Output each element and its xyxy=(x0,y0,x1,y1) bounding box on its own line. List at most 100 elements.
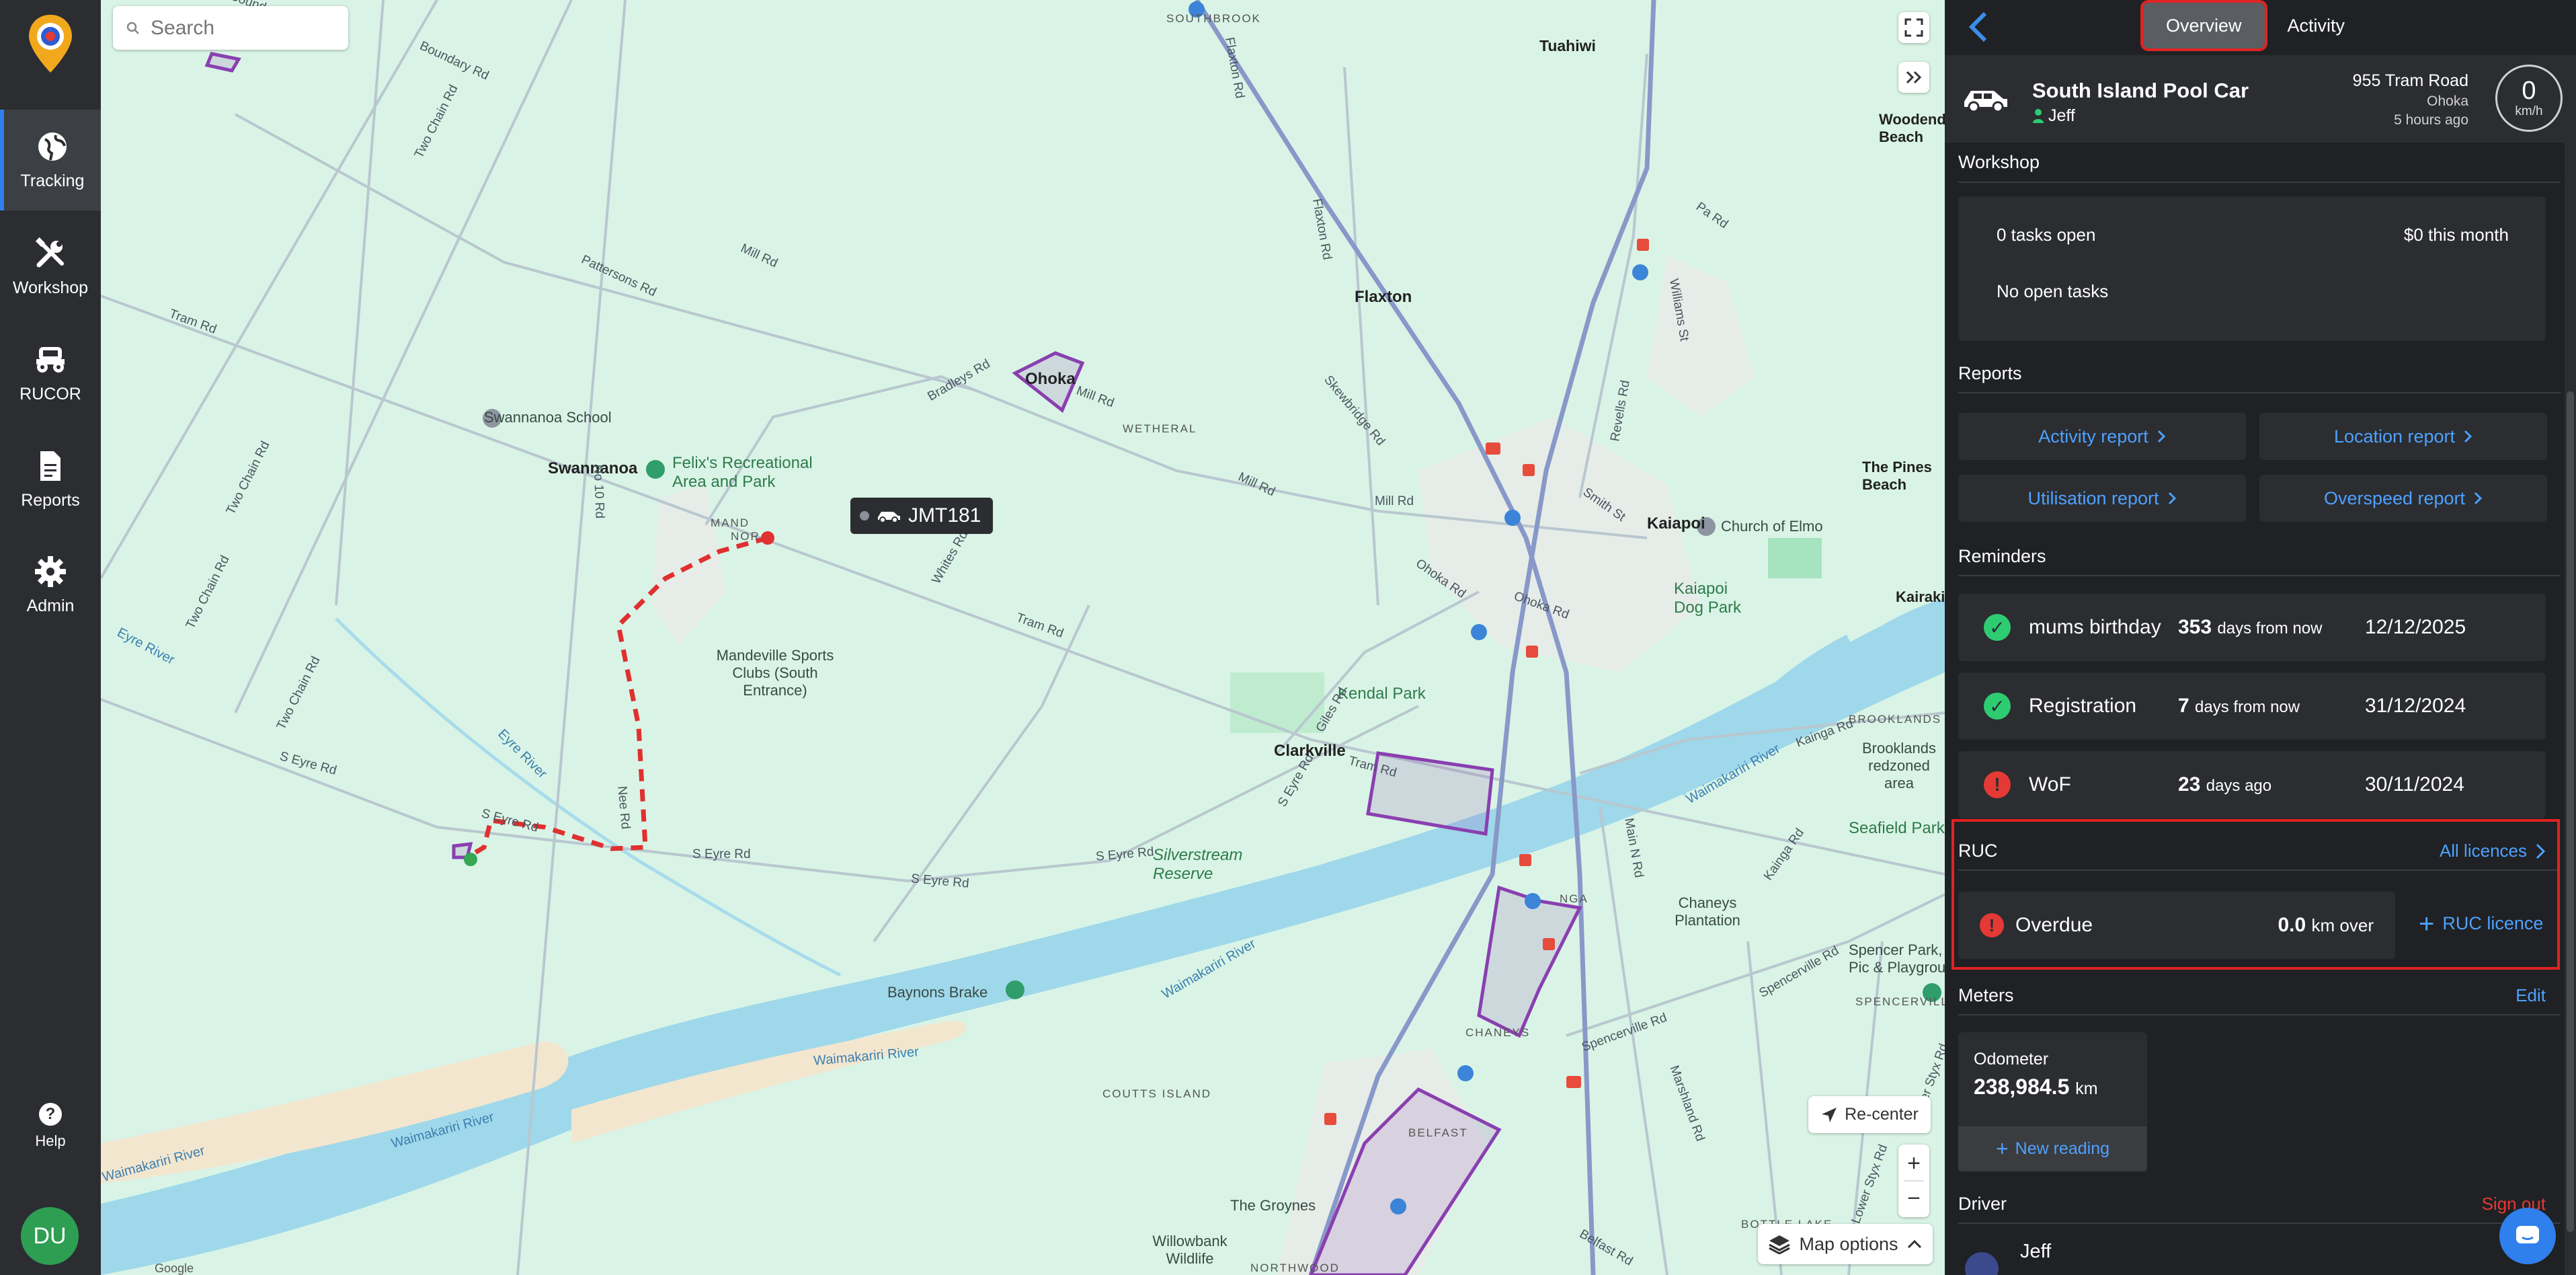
new-reading-button[interactable]: + New reading xyxy=(1958,1126,2147,1171)
reminder-days: 7 days from now xyxy=(2178,695,2300,718)
map-label: Kaiapoi Dog Park xyxy=(1674,580,1742,617)
layers-icon xyxy=(1769,1235,1791,1254)
map-label: Baynons Brake xyxy=(887,984,988,1001)
vehicle-suburb: Ohoka xyxy=(2427,93,2468,109)
meters-edit-link[interactable]: Edit xyxy=(2515,985,2546,1006)
reminder-days-suffix: days ago xyxy=(2206,777,2272,795)
nav-rucor[interactable]: RUCOR xyxy=(0,323,101,424)
chevron-right-icon xyxy=(2474,492,2483,505)
location-report-label: Location report xyxy=(2333,426,2456,447)
app-logo-icon[interactable] xyxy=(27,13,74,74)
map-label: Flaxton xyxy=(1355,288,1412,306)
reminder-row[interactable]: ✓ Registration 7 days from now 31/12/202… xyxy=(1958,672,2546,740)
map-label: CHANEYS xyxy=(1465,1026,1531,1039)
meters-section-title: Meters xyxy=(1958,985,2014,1005)
utilisation-report-label: Utilisation report xyxy=(2027,488,2159,508)
panel-scrollbar[interactable] xyxy=(2565,143,2576,1275)
car-icon xyxy=(1964,91,2007,112)
map-label: S Eyre Rd xyxy=(692,847,751,861)
vehicle-last-seen: 5 hours ago xyxy=(2394,112,2468,128)
reminder-days: 23 days ago xyxy=(2178,773,2271,796)
reminder-days-value: 353 xyxy=(2178,616,2212,638)
scrollbar-thumb[interactable] xyxy=(2567,391,2574,1232)
map-label: No 10 Rd xyxy=(590,464,607,519)
location-report-button[interactable]: Location report xyxy=(2259,413,2547,460)
odometer-unit: km xyxy=(2075,1079,2098,1098)
activity-report-label: Activity report xyxy=(2038,426,2148,447)
search-input[interactable] xyxy=(149,15,340,40)
map-search-box[interactable] xyxy=(113,6,348,50)
question-icon: ? xyxy=(39,1103,62,1126)
vehicle-summary: South Island Pool Car Jeff 955 Tram Road… xyxy=(1945,55,2576,143)
utilisation-report-button[interactable]: Utilisation report xyxy=(1958,475,2246,522)
zoom-in-button[interactable]: + xyxy=(1907,1147,1921,1180)
zoom-controls: + − xyxy=(1898,1145,1929,1217)
vehicle-marker-label[interactable]: JMT181 xyxy=(850,498,993,534)
nav-reports-label: Reports xyxy=(21,490,80,510)
search-icon xyxy=(126,22,139,34)
map-label: Spencer Park, Pic & Playgrou xyxy=(1849,941,1945,976)
map-label: NGA xyxy=(1560,892,1588,905)
nav-tracking[interactable]: Tracking xyxy=(0,110,101,210)
overspeed-report-label: Overspeed report xyxy=(2323,488,2466,508)
reminder-date: 12/12/2025 xyxy=(2365,616,2466,638)
fullscreen-icon xyxy=(1904,18,1923,37)
vehicle-details-panel: Overview Activity South Island Pool Car … xyxy=(1945,0,2576,1275)
reminder-days-value: 23 xyxy=(2178,773,2201,796)
tasks-open: 0 tasks open xyxy=(1997,225,2096,245)
nav-workshop[interactable]: Workshop xyxy=(0,217,101,317)
nav-reports[interactable]: Reports xyxy=(0,429,101,530)
driver-avatar xyxy=(1965,1252,1999,1275)
divider xyxy=(1958,1014,2561,1015)
no-open-tasks: No open tasks xyxy=(1997,281,2109,301)
map-label: Mill Rd xyxy=(1375,494,1414,508)
reminder-date: 31/12/2024 xyxy=(2365,695,2466,717)
map-label: Swannanoa School xyxy=(484,409,612,426)
nav-admin[interactable]: Admin xyxy=(0,535,101,635)
fullscreen-button[interactable] xyxy=(1898,12,1929,43)
odometer-value: 238,984.5 xyxy=(1974,1075,2070,1099)
person-icon xyxy=(2033,109,2044,123)
avatar-initials: DU xyxy=(33,1223,67,1249)
recenter-label: Re-center xyxy=(1845,1105,1919,1124)
vehicle-name: South Island Pool Car xyxy=(2032,79,2249,102)
map-label: COUTTS ISLAND xyxy=(1102,1087,1212,1100)
reminder-row[interactable]: ! WoF 23 days ago 30/11/2024 xyxy=(1958,751,2546,818)
zoom-out-button[interactable]: − xyxy=(1907,1182,1921,1215)
map-label: Tuahiwi xyxy=(1539,37,1596,54)
overspeed-report-button[interactable]: Overspeed report xyxy=(2259,475,2547,522)
reminders-section-title: Reminders xyxy=(1958,546,2046,566)
divider xyxy=(1958,1223,2561,1224)
map-label: Chaneys Plantation xyxy=(1675,894,1740,929)
collapse-panel-button[interactable] xyxy=(1898,62,1929,93)
tab-overview[interactable]: Overview xyxy=(2140,0,2267,51)
map-options-button[interactable]: Map options xyxy=(1758,1224,1933,1264)
chat-support-button[interactable] xyxy=(2499,1208,2556,1264)
activity-report-button[interactable]: Activity report xyxy=(1958,413,2246,460)
chevron-right-icon xyxy=(2168,492,2176,505)
map-label: Clarkville xyxy=(1274,742,1346,760)
nav-tracking-label: Tracking xyxy=(20,171,85,190)
map-label: Willowbank Wildlife xyxy=(1152,1233,1227,1267)
map-label: WETHERAL xyxy=(1123,422,1197,435)
vehicle-driver-name: Jeff xyxy=(2048,106,2075,125)
plus-icon: + xyxy=(1995,1136,2009,1161)
navigation-arrow-icon xyxy=(1822,1107,1837,1122)
map-label: The Groynes xyxy=(1230,1197,1316,1214)
workshop-card[interactable]: 0 tasks open $0 this month No open tasks xyxy=(1958,196,2546,341)
nav-rucor-label: RUCOR xyxy=(19,384,81,403)
vehicle-driver[interactable]: Jeff xyxy=(2032,106,2075,126)
new-reading-label: New reading xyxy=(2015,1139,2110,1158)
document-icon xyxy=(40,451,61,481)
tab-activity[interactable]: Activity xyxy=(2265,3,2368,48)
workshop-section-title: Workshop xyxy=(1958,152,2040,172)
driver-section-title: Driver xyxy=(1958,1194,2007,1214)
odometer-card: Odometer 238,984.5 km + New reading xyxy=(1958,1032,2147,1171)
help-button[interactable]: ? Help xyxy=(0,1103,101,1163)
nav-workshop-label: Workshop xyxy=(12,278,89,297)
back-chevron-icon[interactable] xyxy=(1965,10,1992,44)
recenter-button[interactable]: Re-center xyxy=(1808,1096,1931,1133)
map-view[interactable]: Boundary Rd Boundary Rd Two Chain Rd Two… xyxy=(101,0,1945,1275)
reminder-row[interactable]: ✓ mums birthday 353 days from now 12/12/… xyxy=(1958,594,2546,661)
user-avatar[interactable]: DU xyxy=(21,1207,79,1265)
